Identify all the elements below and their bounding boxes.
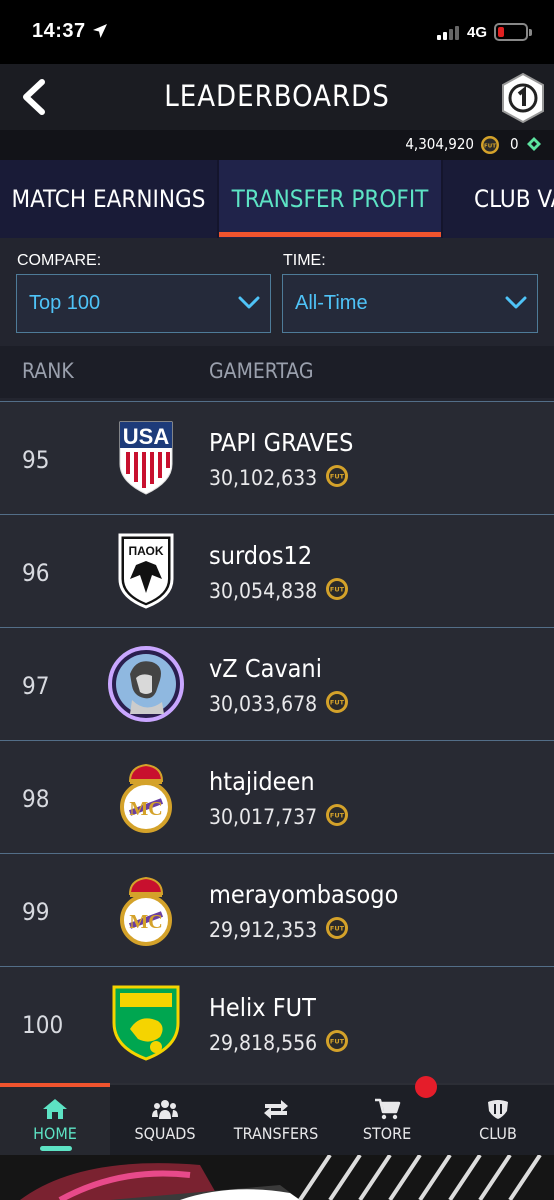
fifa-points-icon [527,137,541,151]
nav-club[interactable]: CLUB [443,1083,553,1155]
fut-coin-icon: FUT [326,465,348,487]
notification-dot [415,1076,437,1098]
gamertag-column-header: GAMERTAG [209,359,314,383]
usa-crest-icon: USA [119,421,173,495]
nav-home[interactable]: HOME [0,1083,110,1155]
row-gamertag: surdos12 [209,541,313,570]
svg-text:FUT: FUT [330,812,345,820]
home-icon [43,1099,67,1119]
chevron-down-icon [238,296,260,309]
paok-crest-icon: ΠΑΟΚ [118,533,174,609]
row-rank: 100 [22,1011,64,1039]
location-arrow-icon [93,24,107,38]
column-headers: RANK GAMERTAG [0,346,554,398]
fut-coin-icon: FUT [326,1030,348,1052]
nav-squads-label: SQUADS [134,1124,196,1143]
tab-transfer-profit[interactable]: TRANSFER PROFIT [219,160,441,238]
coin-balance: 4,304,920 [405,135,474,153]
real-madrid-crest-icon: MC [120,763,172,833]
status-bar: 14:37 4G [0,0,554,64]
fut-coin-icon: FUT [326,578,348,600]
active-nav-topline [0,1083,110,1087]
nav-transfers[interactable]: TRANSFERS [221,1083,331,1155]
svg-text:FUT: FUT [330,473,345,481]
row-rank: 97 [22,672,50,700]
norwich-crest-icon [112,985,180,1061]
signal-icon [437,26,459,40]
row-gamertag: PAPI GRAVES [209,428,354,457]
filters-panel: COMPARE: Top 100 TIME: All-Time [0,238,554,346]
transfers-icon [264,1100,288,1119]
row-rank: 95 [22,446,50,474]
network-type: 4G [467,24,488,41]
svg-text:MC: MC [129,911,162,933]
nav-home-label: HOME [33,1124,77,1143]
time-dropdown[interactable]: All-Time [282,274,538,333]
status-time: 14:37 [32,20,86,42]
time-label: TIME: [283,252,326,269]
season-badge-icon[interactable] [500,72,546,124]
rank-column-header: RANK [22,359,74,383]
svg-text:FUT: FUT [330,699,345,707]
bottom-nav: HOME SQUADS TRANSFERS STORE CLUB [0,1083,554,1155]
compare-label: COMPARE: [17,252,102,269]
statue-avatar-icon [108,646,184,722]
row-gamertag: vZ Cavani [209,654,322,683]
svg-text:USA: USA [123,424,170,449]
row-profit: 30,017,737 [209,805,318,829]
row-rank: 99 [22,898,50,926]
nav-transfers-label: TRANSFERS [233,1124,319,1143]
leaderboard-tabs: MATCH EARNINGS TRANSFER PROFIT CLUB VAL [0,160,554,238]
leaderboard-row[interactable]: 98 MC htajideen 30,017,737 FUT [0,740,554,853]
time-value: All-Time [295,292,368,314]
fut-coin-icon: FUT [326,691,348,713]
nav-store-label: STORE [362,1124,412,1143]
nav-club-label: CLUB [479,1124,517,1143]
tab-match-earnings[interactable]: MATCH EARNINGS [0,160,217,238]
row-rank: 96 [22,559,50,587]
active-nav-indicator [40,1146,72,1151]
svg-text:FUT: FUT [330,1038,345,1046]
squads-icon [152,1100,178,1119]
leaderboard-row[interactable]: 97 vZ Cavani 30,033,678 FUT [0,627,554,740]
row-profit: 30,033,678 [209,692,318,716]
promo-banner[interactable] [0,1155,554,1200]
row-profit: 29,912,353 [209,918,318,942]
svg-text:FUT: FUT [330,925,345,933]
active-tab-indicator [219,232,441,237]
cart-icon [375,1098,401,1120]
nav-squads[interactable]: SQUADS [110,1083,220,1155]
svg-text:MC: MC [129,798,162,820]
svg-text:ΠΑΟΚ: ΠΑΟΚ [128,544,163,558]
leaderboard-row[interactable]: 100 Helix FUT 29,818,556 FUT [0,966,554,1083]
points-balance: 0 [510,135,519,153]
row-profit: 29,818,556 [209,1031,318,1055]
page-title: LEADERBOARDS [164,79,390,113]
svg-text:FUT: FUT [330,586,345,594]
row-gamertag: merayombasogo [209,880,399,909]
row-gamertag: htajideen [209,767,315,796]
leaderboard-row[interactable]: 96 ΠΑΟΚ surdos12 30,054,838 FUT [0,514,554,627]
compare-value: Top 100 [29,292,101,314]
leaderboard-row[interactable]: 95 USA PAPI GRAVES 30,102,633 FUT [0,401,554,514]
compare-dropdown[interactable]: Top 100 [16,274,271,333]
app-header: LEADERBOARDS [0,64,554,130]
fut-coin-icon: FUT [326,804,348,826]
row-gamertag: Helix FUT [209,993,316,1022]
chevron-down-icon [505,296,527,309]
row-profit: 30,054,838 [209,579,318,603]
fut-coin-icon: FUT [481,136,499,154]
battery-icon [494,23,532,41]
row-profit: 30,102,633 [209,466,318,490]
currency-bar: 4,304,920 FUT 0 [0,130,554,160]
leaderboard-row[interactable]: 99 MC merayombasogo 29,912,353 FUT [0,853,554,966]
fut-coin-icon: FUT [326,917,348,939]
real-madrid-crest-icon: MC [120,876,172,946]
svg-text:FUT: FUT [484,144,496,150]
club-icon [488,1100,508,1119]
row-rank: 98 [22,785,50,813]
tab-club-value[interactable]: CLUB VAL [443,160,554,238]
